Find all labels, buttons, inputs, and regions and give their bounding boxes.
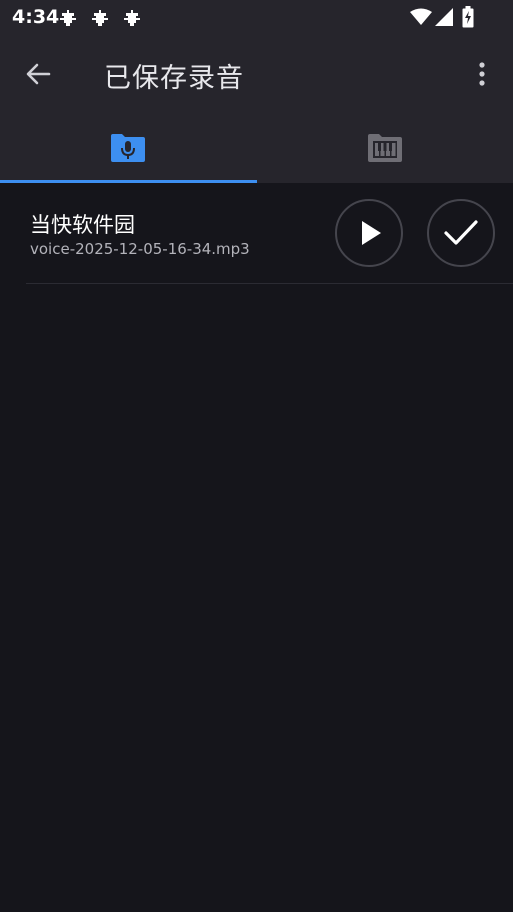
check-icon	[444, 220, 478, 245]
tab-bar	[0, 112, 513, 183]
status-time: 4:34	[12, 6, 60, 28]
play-button[interactable]	[335, 199, 403, 267]
more-options-button[interactable]	[460, 52, 504, 96]
status-bar: 4:34	[0, 0, 513, 36]
screen: 4:34 已保存录音 当快软件园 voice-2025-12-05-16-34.…	[0, 0, 513, 912]
wifi-icon	[410, 8, 432, 25]
play-icon	[362, 221, 381, 245]
divider	[26, 283, 513, 284]
battery-charging-icon	[462, 6, 474, 28]
select-button[interactable]	[427, 199, 495, 267]
folder-mic-icon	[111, 133, 146, 162]
bug-icon	[92, 10, 108, 26]
top-bar: 4:34 已保存录音	[0, 0, 513, 183]
folder-piano-icon	[367, 133, 402, 162]
tab-voice-recordings[interactable]	[0, 112, 257, 183]
signal-icon	[435, 8, 453, 26]
list-item[interactable]: 当快软件园 voice-2025-12-05-16-34.mp3	[0, 183, 513, 284]
bug-icon	[124, 10, 140, 26]
back-button[interactable]	[16, 52, 60, 96]
arrow-left-icon	[26, 63, 51, 85]
more-vert-icon	[479, 62, 485, 86]
recording-filename: voice-2025-12-05-16-34.mp3	[30, 240, 250, 258]
bug-icon	[60, 10, 76, 26]
tab-instrument-recordings[interactable]	[257, 112, 513, 183]
page-title: 已保存录音	[104, 63, 244, 94]
recording-name: 当快软件园	[30, 213, 135, 237]
app-bar: 已保存录音	[0, 36, 513, 112]
